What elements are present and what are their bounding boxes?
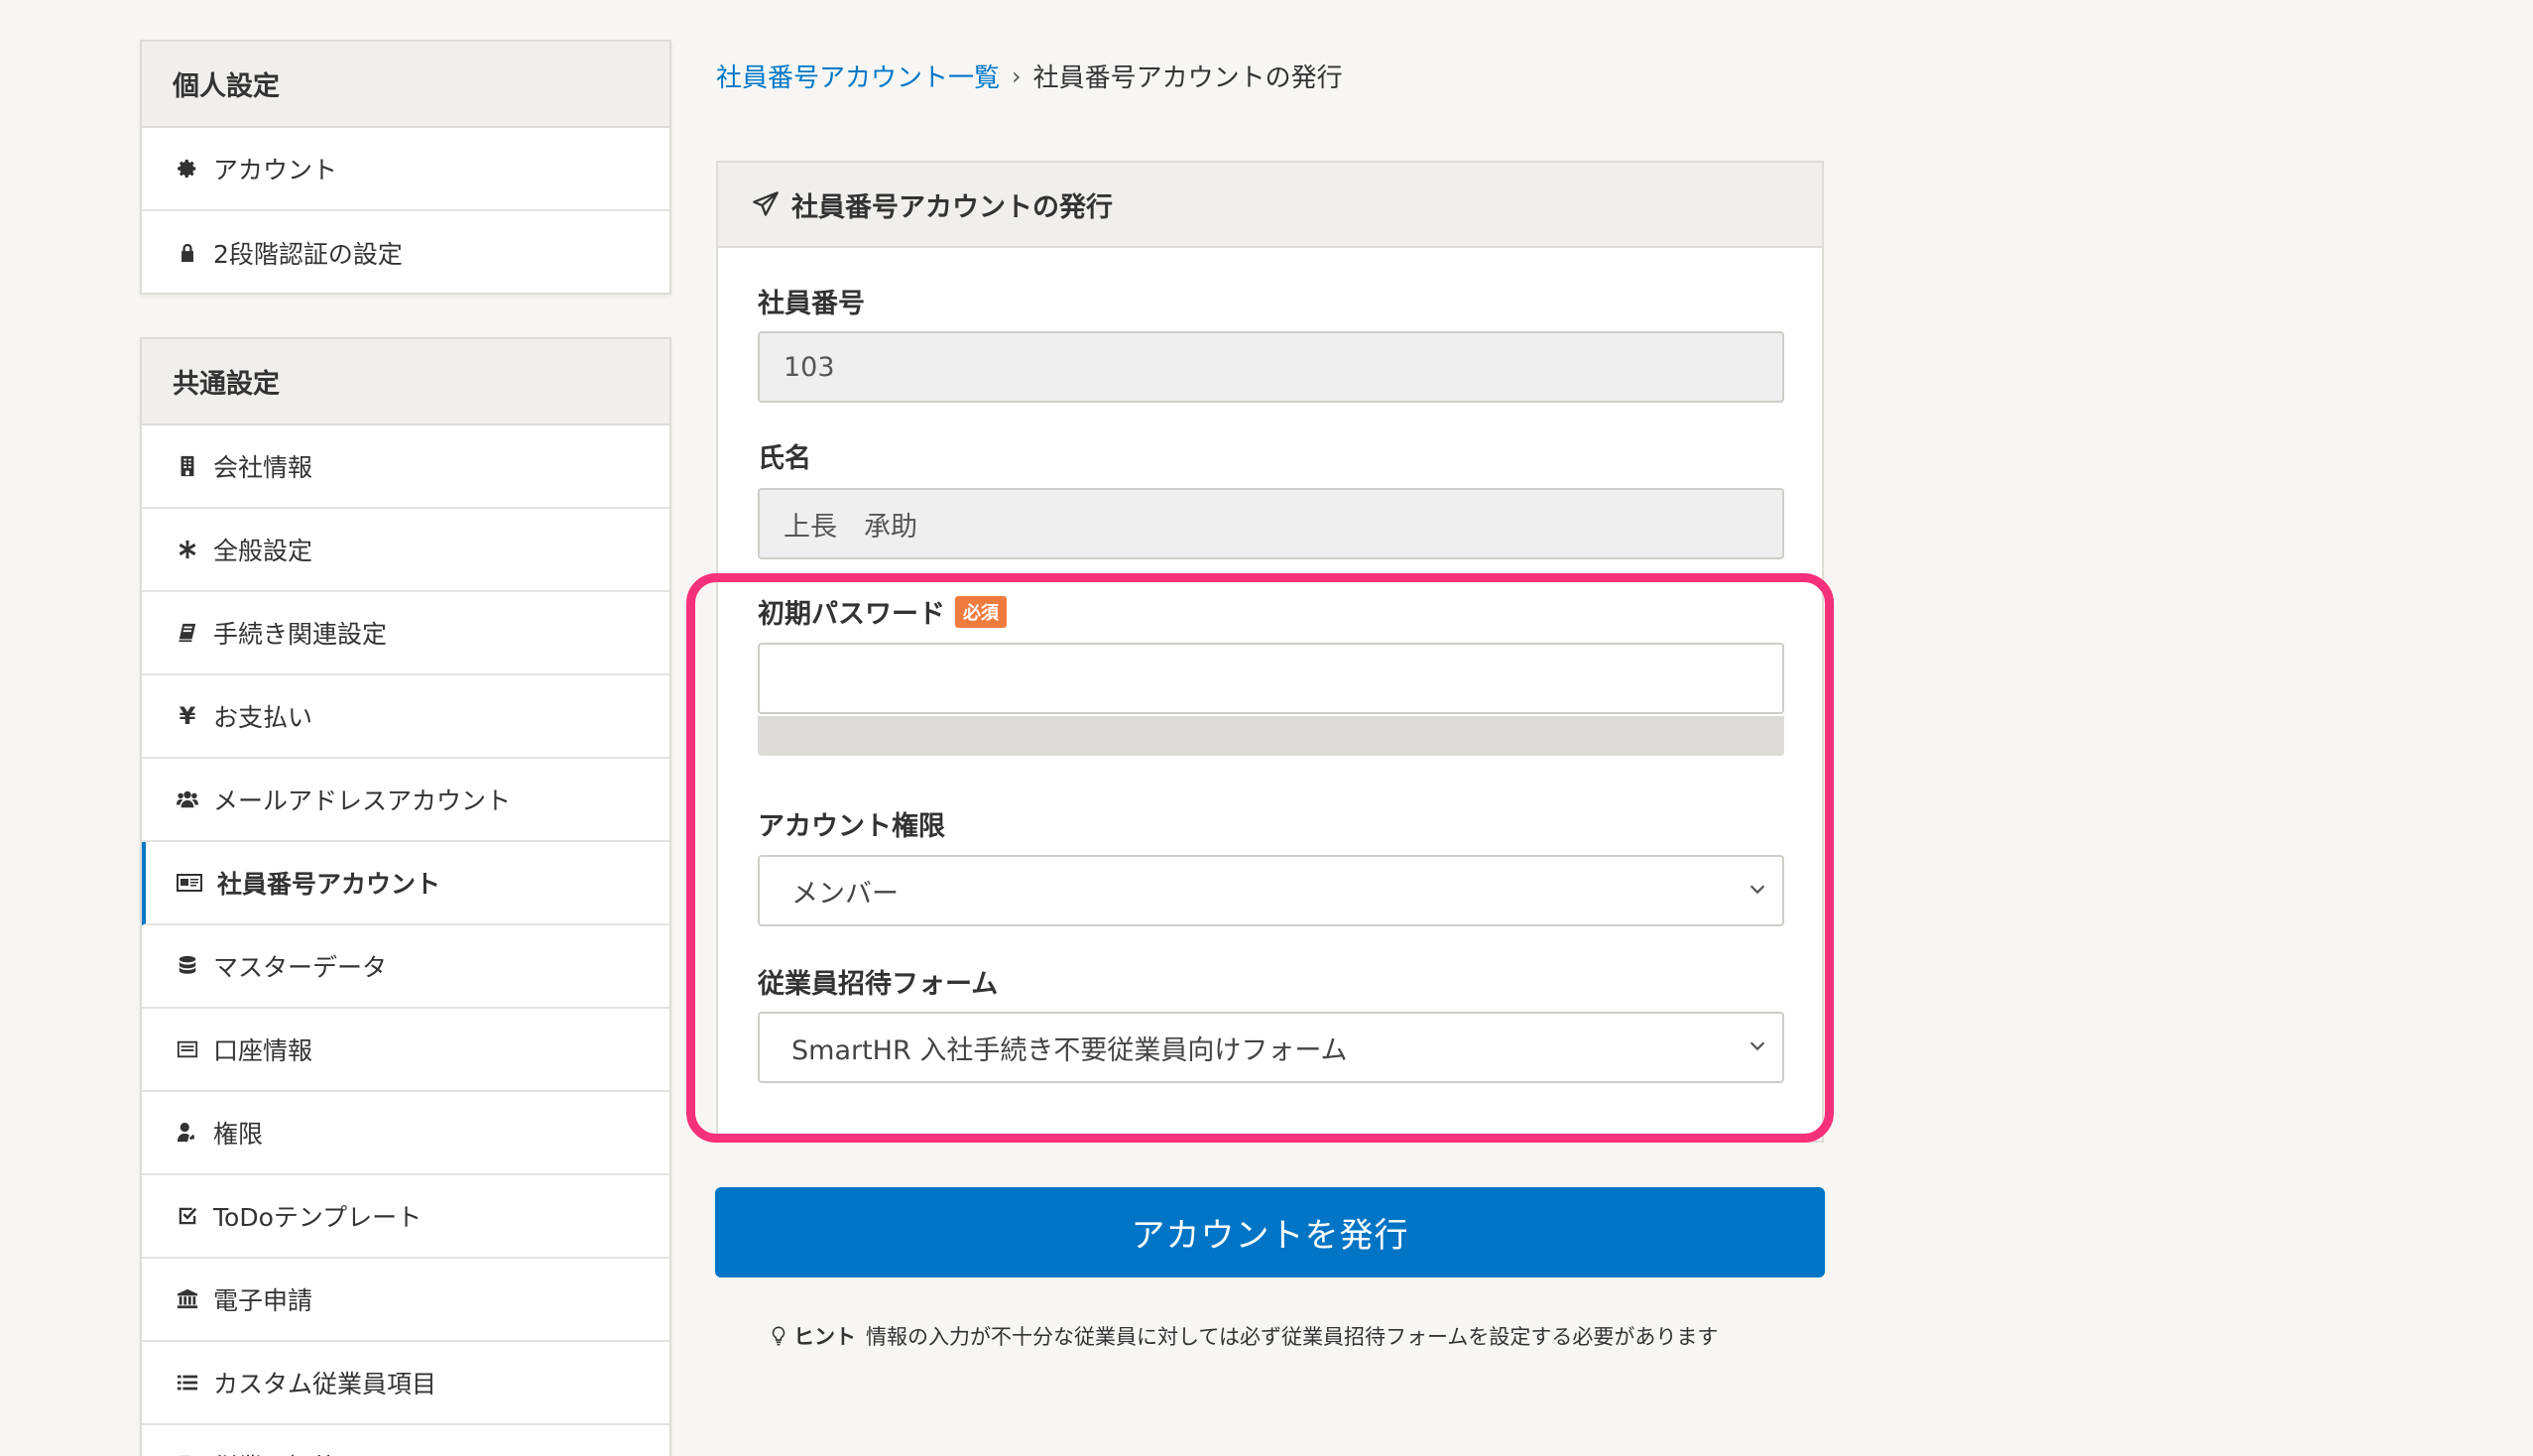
name-value: 上長 承助	[784, 511, 917, 543]
initial-password-input[interactable]	[758, 643, 1784, 714]
initial-password-label-text: 初期パスワード	[758, 599, 945, 630]
sidebar-item-label: カスタム従業員項目	[213, 1370, 437, 1398]
form-header: 社員番号アカウントの発行	[718, 163, 1822, 248]
asterisk-icon	[175, 537, 200, 562]
invite-form-label: 従業員招待フォーム	[758, 969, 999, 1000]
sidebar-item-label: 全般設定	[213, 537, 313, 565]
issue-account-form-card: 社員番号アカウントの発行 社員番号 103 氏名 上長 承助 初期パスワード 必…	[716, 161, 1824, 1143]
invite-form-select[interactable]: SmartHR 入社手続き不要従業員向けフォーム	[758, 1012, 1784, 1083]
personal-settings-title: 個人設定	[142, 42, 669, 128]
bank-card-icon	[175, 1036, 200, 1062]
initial-password-label: 初期パスワード 必須	[758, 592, 1007, 631]
required-badge: 必須	[955, 595, 1007, 628]
sidebar-item-label: 社員番号アカウント	[217, 870, 441, 899]
sidebar-item-invite-forms[interactable]: 従業員招待フォーム	[142, 1425, 669, 1456]
sidebar-item-label: 口座情報	[213, 1036, 313, 1065]
sidebar-item-account[interactable]: アカウント	[142, 128, 669, 211]
hint-title: ヒント	[793, 1325, 856, 1349]
breadcrumb: 社員番号アカウント一覧 › 社員番号アカウントの発行	[716, 58, 1343, 94]
issue-account-button[interactable]: アカウントを発行	[715, 1187, 1825, 1277]
form-title: 社員番号アカウントの発行	[791, 191, 1113, 223]
sidebar-item-e-application[interactable]: 電子申請	[142, 1259, 669, 1342]
institution-icon	[175, 1286, 200, 1312]
user-key-icon	[175, 1120, 200, 1146]
personal-settings-panel: 個人設定 アカウント 2段階認証の設定	[140, 40, 671, 295]
sidebar-item-label: マスターデータ	[213, 953, 388, 982]
password-strength-bar	[758, 716, 1784, 756]
book-icon	[175, 620, 200, 646]
sidebar-item-label: 会社情報	[213, 453, 313, 482]
sidebar-item-permissions[interactable]: 権限	[142, 1092, 669, 1175]
sidebar-item-general-settings[interactable]: 全般設定	[142, 509, 669, 592]
chevron-down-icon	[1747, 1032, 1768, 1063]
sidebar-item-label: 手続き関連設定	[213, 620, 388, 649]
hint-text: 情報の入力が不十分な従業員に対しては必ず従業員招待フォームを設定する必要がありま…	[866, 1325, 1719, 1349]
sidebar-item-custom-fields[interactable]: カスタム従業員項目	[142, 1342, 669, 1425]
breadcrumb-current: 社員番号アカウントの発行	[1032, 63, 1343, 93]
sidebar-item-email-accounts[interactable]: メールアドレスアカウント	[142, 759, 669, 842]
sidebar-item-employee-number-accounts[interactable]: 社員番号アカウント	[142, 842, 669, 925]
sidebar-item-label: アカウント	[213, 156, 338, 184]
sidebar-item-label: 2段階認証の設定	[213, 240, 403, 269]
sidebar-item-payment[interactable]: ¥ お支払い	[142, 675, 669, 759]
sidebar-item-master-data[interactable]: マスターデータ	[142, 925, 669, 1009]
gear-icon	[175, 156, 200, 182]
sidebar-item-label: ToDoテンプレート	[213, 1203, 422, 1232]
employee-number-field: 103	[758, 331, 1784, 403]
sidebar-item-todo-templates[interactable]: ToDoテンプレート	[142, 1175, 669, 1259]
list-icon	[175, 1370, 200, 1395]
checkbox-icon	[175, 1203, 200, 1229]
sidebar-item-bank-info[interactable]: 口座情報	[142, 1009, 669, 1092]
id-card-icon	[175, 870, 204, 896]
sidebar-item-label: 従業員招待フォーム	[213, 1448, 435, 1456]
employee-number-value: 103	[784, 351, 835, 383]
paper-plane-icon	[753, 191, 779, 216]
users-icon	[175, 787, 200, 812]
employee-number-label: 社員番号	[758, 289, 865, 319]
lock-icon	[175, 240, 200, 266]
yen-icon: ¥	[179, 702, 196, 730]
account-role-select[interactable]: メンバー	[758, 855, 1784, 926]
hint: ヒント 情報の入力が不十分な従業員に対しては必ず従業員招待フォームを設定する必要…	[770, 1321, 1718, 1351]
sidebar-item-label: お支払い	[213, 703, 313, 732]
name-field: 上長 承助	[758, 488, 1784, 559]
chevron-down-icon	[1747, 876, 1768, 907]
lightbulb-icon	[772, 1326, 785, 1346]
sidebar-item-company-info[interactable]: 会社情報	[142, 425, 669, 509]
sidebar-item-label: 権限	[213, 1120, 264, 1149]
database-icon	[175, 953, 200, 979]
account-role-selected: メンバー	[791, 878, 899, 910]
sidebar-item-label: 電子申請	[213, 1286, 313, 1315]
building-icon	[175, 453, 200, 479]
account-role-label: アカウント権限	[758, 811, 945, 842]
breadcrumb-parent-link[interactable]: 社員番号アカウント一覧	[716, 58, 1000, 94]
breadcrumb-separator: ›	[1012, 61, 1022, 90]
common-settings-panel: 共通設定 会社情報 全般設定 手続き関連設定 ¥ お支払い メールアドレスアカウ…	[140, 337, 671, 1456]
sidebar-item-two-factor[interactable]: 2段階認証の設定	[142, 211, 669, 295]
sidebar-item-label: メールアドレスアカウント	[213, 787, 512, 815]
sidebar-item-procedure-settings[interactable]: 手続き関連設定	[142, 592, 669, 675]
common-settings-title: 共通設定	[142, 339, 669, 425]
name-label: 氏名	[758, 443, 811, 474]
invite-form-selected: SmartHR 入社手続き不要従業員向けフォーム	[791, 1034, 1348, 1066]
